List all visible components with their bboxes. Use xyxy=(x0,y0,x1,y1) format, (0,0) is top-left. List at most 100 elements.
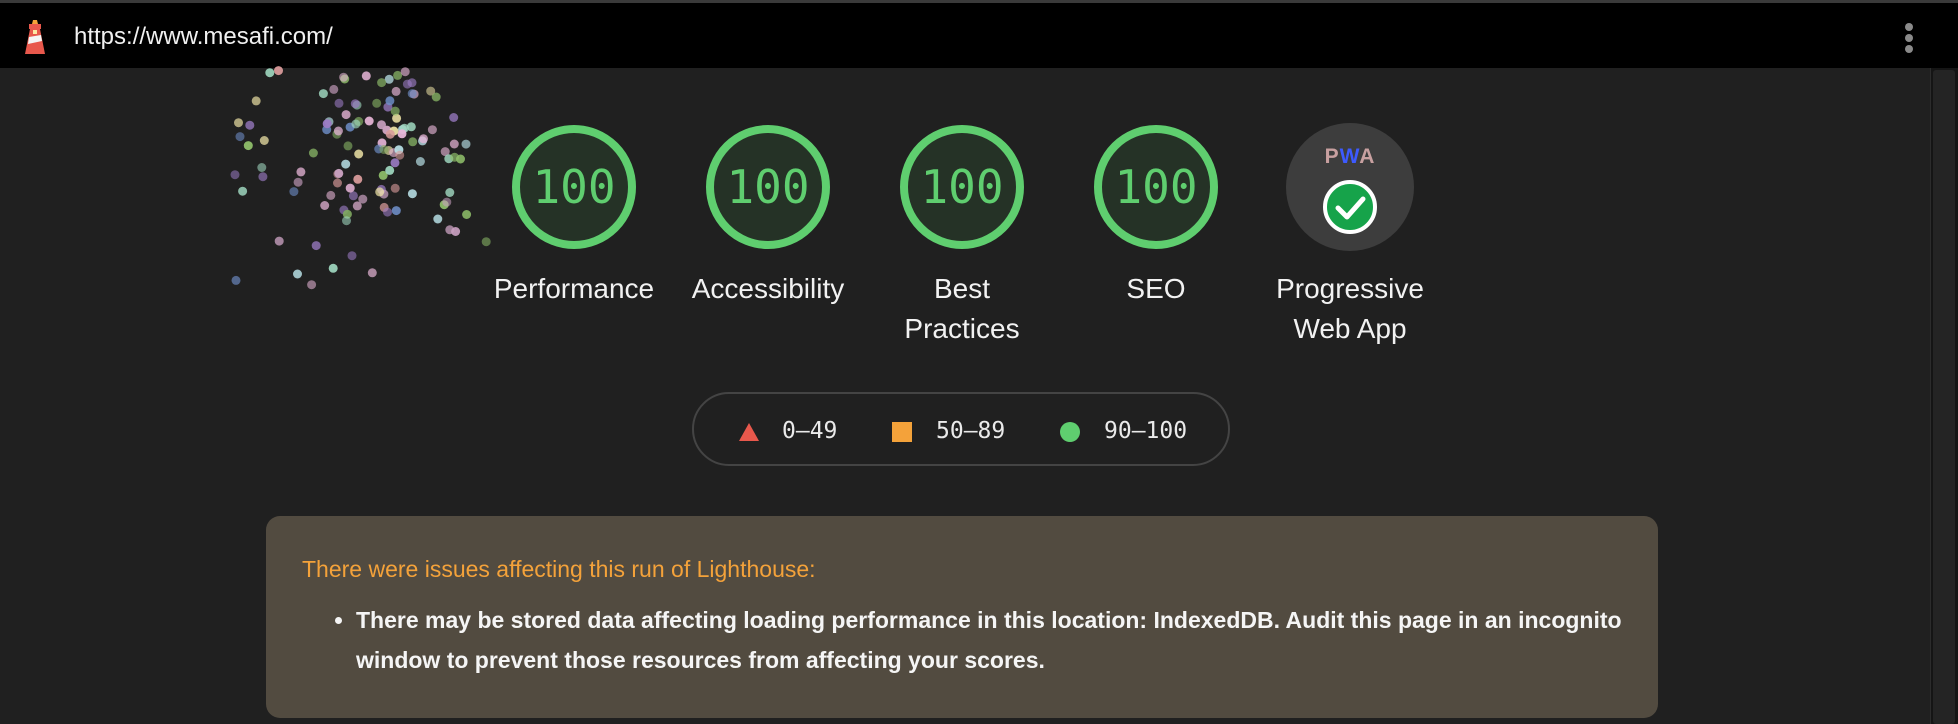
confetti-dot xyxy=(449,139,459,149)
confetti-dot xyxy=(332,129,342,139)
page-url[interactable]: https://www.mesafi.com/ xyxy=(74,23,333,51)
confetti-dot xyxy=(449,113,459,122)
confetti-dot xyxy=(393,70,403,80)
gauge-best-practices[interactable]: 100 Best Practices xyxy=(862,123,1062,349)
confetti-dot xyxy=(318,89,328,99)
confetti-dot xyxy=(347,251,357,261)
legend-average-label: 50–89 xyxy=(936,418,1006,444)
score-value: 100 xyxy=(1114,160,1198,214)
confetti-dot xyxy=(377,120,386,130)
confetti-dot xyxy=(415,157,425,166)
confetti-dot xyxy=(391,86,401,96)
confetti-dot xyxy=(444,154,454,164)
warning-list: There may be stored data affecting loadi… xyxy=(302,600,1656,680)
gauge-label: SEO xyxy=(1126,273,1186,304)
scrollbar-thumb[interactable] xyxy=(1933,70,1955,724)
confetti-dot xyxy=(333,169,343,179)
confetti-dot xyxy=(333,178,342,188)
confetti-dot xyxy=(385,129,395,139)
confetti-dot xyxy=(440,147,450,157)
confetti-dot xyxy=(333,126,343,136)
gauge-performance[interactable]: 100 Performance xyxy=(474,123,674,309)
confetti-dot xyxy=(398,125,407,134)
confetti-dot xyxy=(361,71,371,81)
gauge-label: Performance xyxy=(493,273,655,304)
confetti-dot xyxy=(251,96,261,106)
confetti-dot xyxy=(399,123,409,133)
confetti-dot xyxy=(326,190,336,200)
confetti-dot xyxy=(293,269,302,279)
confetti-dot xyxy=(431,92,441,102)
confetti-dot xyxy=(383,207,392,217)
confetti-dot xyxy=(258,172,268,182)
warning-box: There were issues affecting this run of … xyxy=(266,516,1658,718)
score-value: 100 xyxy=(532,160,616,214)
confetti-dot xyxy=(324,117,334,127)
confetti-dot xyxy=(328,263,338,273)
confetti-dot xyxy=(354,149,364,159)
confetti-dot xyxy=(329,84,339,94)
warning-title: There were issues affecting this run of … xyxy=(302,556,816,582)
confetti-dot xyxy=(334,168,344,178)
confetti-dot xyxy=(377,138,387,148)
lighthouse-icon xyxy=(25,20,45,54)
confetti-dot xyxy=(462,210,472,219)
confetti-dot xyxy=(274,236,284,246)
confetti-dot xyxy=(392,113,402,123)
legend-average: 50–89 xyxy=(892,418,1005,444)
confetti-dot xyxy=(379,202,389,212)
confetti-dot xyxy=(389,126,399,136)
confetti-dot xyxy=(384,74,394,84)
score-ring: 100 xyxy=(704,123,832,251)
confetti-dot xyxy=(409,89,419,99)
confetti-dot xyxy=(383,102,393,112)
confetti-dot xyxy=(341,110,351,120)
confetti-dot xyxy=(231,275,241,285)
score-ring: 100 xyxy=(1092,123,1220,251)
confetti-dot xyxy=(445,188,455,197)
confetti-dot xyxy=(230,170,240,180)
pwa-badge: PWA xyxy=(1286,123,1414,251)
confetti-dot xyxy=(341,159,351,169)
top-bar: https://www.mesafi.com/ xyxy=(0,3,1958,68)
gauge-pwa[interactable]: PWA Progressive Web App xyxy=(1250,123,1450,349)
confetti-dot xyxy=(358,194,368,204)
confetti-dot xyxy=(296,167,306,177)
confetti-dot xyxy=(407,189,417,199)
confetti-dot xyxy=(345,183,355,193)
legend-pass: 90–100 xyxy=(1060,418,1187,444)
confetti-dot xyxy=(375,187,385,197)
confetti-dot xyxy=(427,125,437,135)
confetti-dot xyxy=(445,225,455,235)
confetti-dot xyxy=(461,139,471,149)
confetti-dot xyxy=(322,119,332,129)
gauge-accessibility[interactable]: 100 Accessibility xyxy=(668,123,868,309)
confetti-dot xyxy=(342,209,352,219)
confetti-dot xyxy=(402,79,412,89)
confetti-dot xyxy=(243,141,253,151)
confetti-dot xyxy=(442,197,452,207)
legend-fail: 0–49 xyxy=(738,418,837,444)
check-circle-icon xyxy=(1323,180,1377,234)
confetti-dot xyxy=(385,165,395,175)
confetti-dot xyxy=(308,148,318,158)
confetti-dot xyxy=(419,134,428,144)
confetti-dot xyxy=(259,136,269,145)
confetti-dot xyxy=(433,214,443,224)
square-icon xyxy=(892,422,912,442)
confetti-dot xyxy=(407,78,417,88)
confetti-dot xyxy=(334,98,344,108)
triangle-icon xyxy=(739,423,759,441)
confetti-dot xyxy=(367,268,377,278)
confetti-dot xyxy=(311,241,321,251)
gauge-seo[interactable]: 100 SEO xyxy=(1056,123,1256,309)
kebab-menu-icon[interactable] xyxy=(1890,17,1926,57)
confetti-dot xyxy=(238,186,248,196)
confetti-dot xyxy=(351,119,361,129)
confetti-dot xyxy=(342,216,351,226)
confetti-dot xyxy=(350,99,360,109)
score-legend: 0–49 50–89 90–100 xyxy=(692,392,1230,466)
confetti-dot xyxy=(245,120,255,130)
legend-fail-label: 0–49 xyxy=(782,418,838,444)
confetti-dot xyxy=(353,174,363,184)
